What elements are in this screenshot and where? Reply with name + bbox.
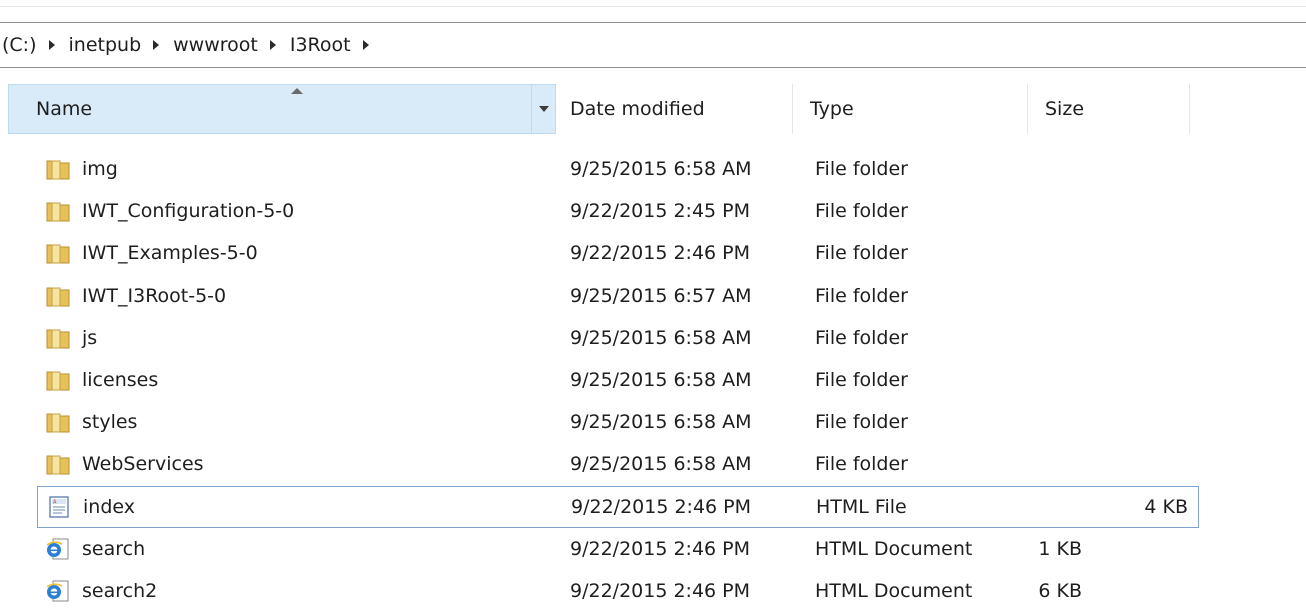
- file-date: 9/22/2015 2:46 PM: [570, 537, 751, 560]
- file-size: 1 KB: [1038, 537, 1082, 560]
- breadcrumb-chevron-icon[interactable]: [153, 40, 160, 50]
- file-date: 9/22/2015 2:45 PM: [570, 200, 751, 223]
- column-header-name[interactable]: Name: [8, 84, 556, 134]
- svg-text:A: A: [53, 499, 57, 505]
- file-date: 9/25/2015 6:57 AM: [570, 284, 752, 307]
- chevron-down-icon: [538, 106, 549, 112]
- file-date: 9/22/2015 2:46 PM: [570, 242, 751, 265]
- file-date: 9/22/2015 2:46 PM: [570, 579, 751, 602]
- column-header-label: Name: [36, 98, 93, 120]
- file-date: 9/25/2015 6:58 AM: [570, 369, 752, 392]
- file-name: IWT_I3Root-5-0: [82, 284, 227, 307]
- file-type: HTML Document: [815, 579, 973, 602]
- file-row[interactable]: IWT_Examples-5-0 9/22/2015 2:46 PM File …: [0, 232, 1200, 274]
- file-date: 9/25/2015 6:58 AM: [570, 453, 752, 476]
- file-name: search2: [82, 579, 158, 602]
- column-header-label: Size: [1045, 98, 1085, 120]
- column-header-label: Date modified: [570, 98, 705, 120]
- sort-ascending-icon: [291, 88, 303, 94]
- address-bar[interactable]: (C:) inetpub wwwroot I3Root: [0, 22, 1306, 68]
- column-filter-dropdown[interactable]: [531, 85, 555, 133]
- file-date: 9/22/2015 2:46 PM: [571, 495, 752, 518]
- file-size: 6 KB: [1038, 579, 1082, 602]
- file-name: img: [82, 158, 118, 181]
- file-name: IWT_Configuration-5-0: [82, 200, 295, 223]
- breadcrumb-label: inetpub: [68, 34, 142, 56]
- breadcrumb-label: wwwroot: [173, 34, 258, 56]
- file-date: 9/25/2015 6:58 AM: [570, 411, 752, 434]
- breadcrumb-label: (C:): [2, 34, 37, 56]
- folder-icon: [46, 200, 70, 222]
- column-header-date-modified[interactable]: Date modified: [556, 84, 793, 134]
- breadcrumb-chevron-icon[interactable]: [362, 40, 369, 50]
- file-row[interactable]: licenses 9/25/2015 6:58 AM File folder: [0, 359, 1200, 401]
- ie-document-icon: [46, 538, 70, 560]
- breadcrumb-inetpub[interactable]: inetpub: [67, 34, 144, 56]
- file-list: img 9/25/2015 6:58 AM File folder IWT_Co…: [0, 148, 1306, 612]
- file-type: File folder: [815, 242, 908, 265]
- folder-icon: [46, 242, 70, 264]
- html-file-icon: A: [47, 495, 71, 518]
- file-type: File folder: [815, 158, 908, 181]
- breadcrumb-chevron-icon[interactable]: [48, 40, 55, 50]
- breadcrumb-label: I3Root: [289, 34, 351, 56]
- file-row[interactable]: IWT_I3Root-5-0 9/25/2015 6:57 AM File fo…: [0, 275, 1200, 317]
- file-type: File folder: [815, 326, 908, 349]
- file-row[interactable]: js 9/25/2015 6:58 AM File folder: [0, 317, 1200, 359]
- file-row[interactable]: search 9/22/2015 2:46 PM HTML Document 1…: [0, 528, 1200, 570]
- file-type: File folder: [815, 369, 908, 392]
- file-name: WebServices: [82, 453, 204, 476]
- file-name: IWT_Examples-5-0: [82, 242, 258, 265]
- file-row[interactable]: img 9/25/2015 6:58 AM File folder: [0, 148, 1200, 190]
- folder-icon: [46, 411, 70, 433]
- ie-document-icon: [46, 580, 70, 602]
- folder-icon: [46, 369, 70, 391]
- folder-icon: [46, 327, 70, 349]
- breadcrumb-wwwroot[interactable]: wwwroot: [171, 34, 260, 56]
- column-header-label: Type: [810, 98, 854, 120]
- file-name: styles: [82, 411, 138, 434]
- breadcrumb-i3root[interactable]: I3Root: [288, 34, 353, 56]
- file-row-selected[interactable]: A index 9/22/2015 2:46 PM HTML File 4 KB: [37, 485, 1199, 528]
- breadcrumb-drive[interactable]: (C:): [0, 34, 39, 56]
- file-row[interactable]: IWT_Configuration-5-0 9/22/2015 2:45 PM …: [0, 190, 1200, 232]
- file-type: File folder: [815, 200, 908, 223]
- column-header-type[interactable]: Type: [793, 84, 1028, 134]
- file-name: licenses: [82, 369, 159, 392]
- file-type: File folder: [815, 284, 908, 307]
- file-type: File folder: [815, 411, 908, 434]
- file-row[interactable]: search2 9/22/2015 2:46 PM HTML Document …: [0, 570, 1200, 612]
- file-date: 9/25/2015 6:58 AM: [570, 326, 752, 349]
- file-type: HTML Document: [815, 537, 973, 560]
- file-date: 9/25/2015 6:58 AM: [570, 158, 752, 181]
- file-size: 4 KB: [1144, 495, 1188, 518]
- window-top-divider: [0, 6, 1306, 7]
- file-type: HTML File: [816, 495, 907, 518]
- file-row[interactable]: styles 9/25/2015 6:58 AM File folder: [0, 401, 1200, 443]
- file-row[interactable]: WebServices 9/25/2015 6:58 AM File folde…: [0, 443, 1200, 485]
- file-name: js: [82, 326, 98, 349]
- folder-icon: [46, 158, 70, 180]
- folder-icon: [46, 453, 70, 475]
- breadcrumb-chevron-icon[interactable]: [269, 40, 276, 50]
- file-type: File folder: [815, 453, 908, 476]
- file-name: index: [83, 495, 135, 518]
- column-header: Name Date modified Type Size: [8, 84, 1206, 134]
- column-header-size[interactable]: Size: [1028, 84, 1190, 134]
- folder-icon: [46, 285, 70, 307]
- file-name: search: [82, 537, 146, 560]
